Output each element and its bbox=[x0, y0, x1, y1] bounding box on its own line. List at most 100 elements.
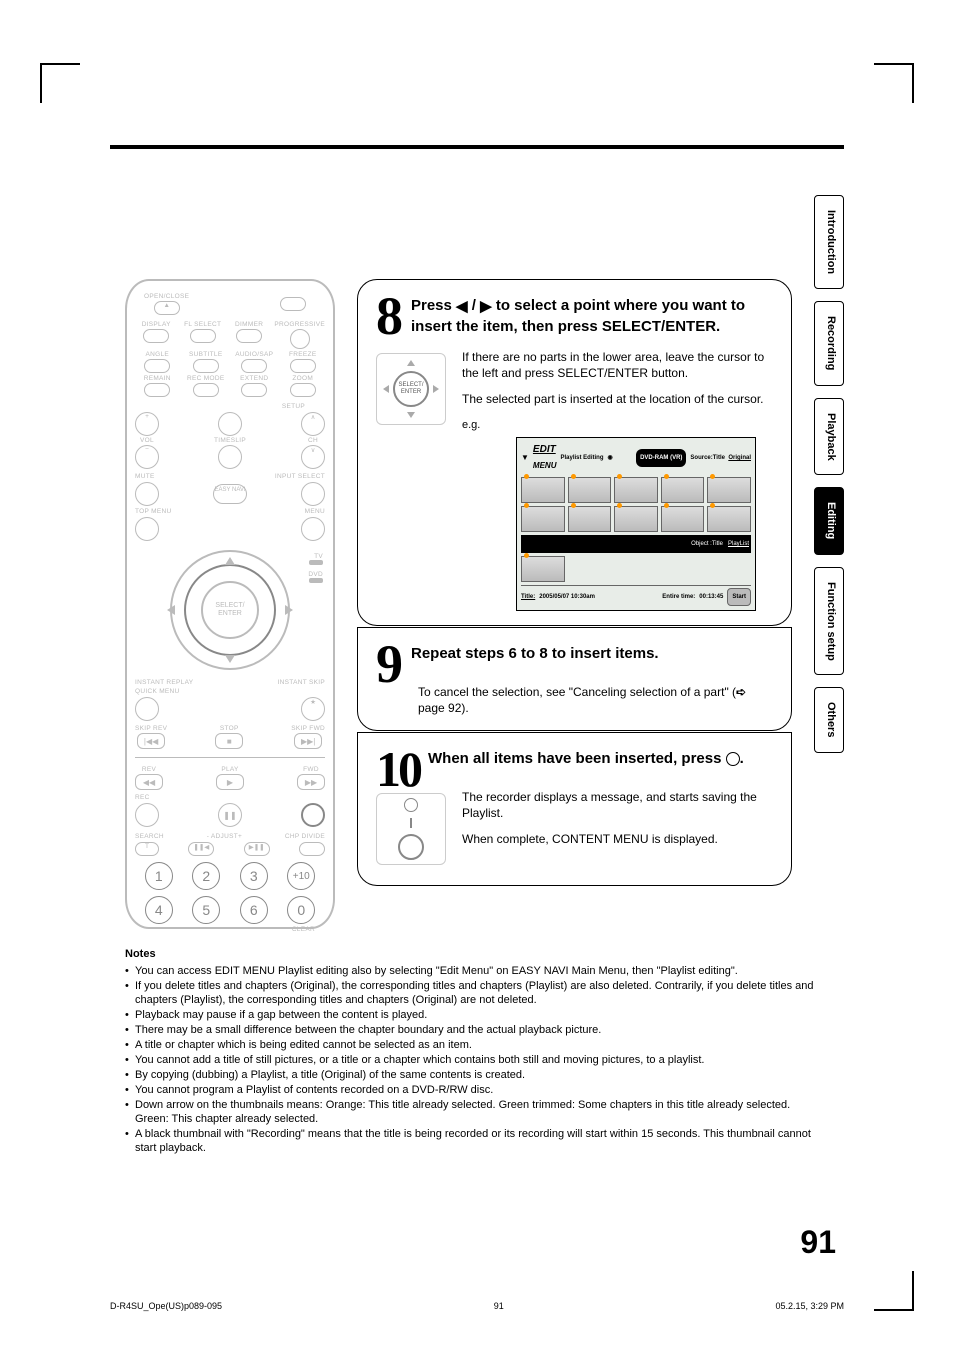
tab-function-setup[interactable]: Function setup bbox=[814, 567, 844, 676]
angle-button bbox=[144, 359, 170, 373]
remote-label: REC bbox=[135, 794, 325, 801]
up-arrow-icon bbox=[407, 360, 415, 366]
tab-editing[interactable]: Editing bbox=[814, 487, 844, 554]
note-item: You cannot add a title of still pictures… bbox=[125, 1053, 825, 1067]
footer-center: 91 bbox=[222, 1301, 775, 1311]
setup-button bbox=[218, 412, 242, 436]
remote-label: FWD bbox=[303, 766, 319, 773]
enter-button-icon: SELECT/ ENTER bbox=[393, 371, 429, 407]
freeze-button bbox=[290, 359, 316, 373]
object-title-bar: Object :Title PlayList bbox=[521, 535, 751, 553]
thumbnail bbox=[521, 556, 565, 582]
timeslip-button bbox=[218, 445, 242, 469]
tab-others[interactable]: Others bbox=[814, 687, 844, 752]
menu-button bbox=[301, 517, 325, 541]
tab-playback[interactable]: Playback bbox=[814, 398, 844, 476]
remote-label: AUDIO/SAP bbox=[235, 351, 273, 358]
remote-label: SUBTITLE bbox=[189, 351, 222, 358]
edit-menu-screenshot: ▼ EDITMENU Playlist Editing ◉ DVD-RAM (V… bbox=[516, 437, 756, 611]
note-item: A title or chapter which is being edited… bbox=[125, 1038, 825, 1052]
step-10-paragraph: When complete, CONTENT MENU is displayed… bbox=[462, 831, 773, 847]
dimmer-button bbox=[236, 329, 262, 343]
num-6-button: 6 bbox=[240, 896, 268, 924]
thumbnail bbox=[568, 506, 612, 532]
adjust-minus-button: ❚❚◀ bbox=[188, 842, 214, 856]
tab-recording[interactable]: Recording bbox=[814, 301, 844, 385]
dvd-label: DVD bbox=[308, 571, 323, 578]
select-enter-button: SELECT/ ENTER bbox=[201, 581, 259, 639]
arrow-right-icon: ➪ bbox=[736, 684, 746, 700]
select-enter-icon: SELECT/ ENTER bbox=[376, 353, 446, 425]
remote-label: SKIP REV bbox=[135, 725, 167, 732]
down-arrow-icon bbox=[407, 412, 415, 418]
notes-section: Notes You can access EDIT MENU Playlist … bbox=[125, 929, 825, 1155]
remote-label: REMAIN bbox=[144, 375, 171, 382]
start-button: Start bbox=[727, 588, 751, 606]
remote-label: CHP DIVIDE bbox=[285, 833, 325, 840]
remote-label: DIMMER bbox=[235, 321, 263, 328]
eg-label: e.g. bbox=[462, 417, 773, 433]
left-arrow-icon bbox=[383, 385, 389, 393]
tab-introduction[interactable]: Introduction bbox=[814, 195, 844, 289]
vol-up-button: + bbox=[135, 412, 159, 436]
stop-button: ■ bbox=[215, 733, 243, 749]
step-10-box: 10 When all items have been inserted, pr… bbox=[357, 732, 792, 886]
note-item: If you delete titles and chapters (Origi… bbox=[125, 979, 825, 1007]
step-8-box: 8 Press ◀ / ▶ to select a point where yo… bbox=[357, 279, 792, 626]
vol-down-button: − bbox=[135, 445, 159, 469]
thumbnail bbox=[568, 477, 612, 503]
empty-slot bbox=[568, 556, 612, 582]
remote-label: ANGLE bbox=[145, 351, 169, 358]
search-button: T bbox=[135, 842, 159, 856]
remote-label: PLAY bbox=[221, 766, 238, 773]
input-select-button bbox=[301, 482, 325, 506]
step-10-number: 10 bbox=[376, 749, 420, 789]
step-8-paragraph: The selected part is inserted at the loc… bbox=[462, 391, 773, 407]
num-3-button: 3 bbox=[240, 862, 268, 890]
directional-pad: TV DVD SELECT/ ENTER bbox=[155, 545, 305, 675]
right-triangle-icon: ▶ bbox=[480, 297, 492, 317]
page-number: 91 bbox=[800, 1224, 836, 1261]
quick-menu-button bbox=[135, 697, 159, 721]
star-button: ★ bbox=[301, 697, 325, 721]
remote-label: - ADJUST+ bbox=[207, 833, 242, 840]
step-8-number: 8 bbox=[376, 296, 403, 336]
step-8-title: Press ◀ / ▶ to select a point where you … bbox=[411, 296, 773, 337]
thumbnail bbox=[614, 506, 658, 532]
right-arrow-icon bbox=[433, 385, 439, 393]
remote-label: SETUP bbox=[135, 403, 305, 410]
remote-label: TIMESLIP bbox=[214, 437, 246, 444]
step-9-title: Repeat steps 6 to 8 to insert items. bbox=[411, 644, 773, 664]
left-triangle-icon: ◀ bbox=[456, 297, 468, 317]
source-title-label: Source:Title Original bbox=[690, 450, 751, 466]
tv-label: TV bbox=[314, 553, 323, 560]
remote-label: CH bbox=[308, 437, 318, 444]
o-large-icon bbox=[398, 834, 424, 860]
footer-right: 05.2.15, 3:29 PM bbox=[775, 1301, 844, 1311]
o-button-press-icon bbox=[376, 793, 446, 865]
rev-button: ◀◀ bbox=[135, 774, 163, 790]
display-button bbox=[143, 329, 169, 343]
step-8-title-text: / bbox=[468, 297, 481, 314]
remote-label: MUTE bbox=[135, 473, 155, 480]
adjust-plus-button: ▶❚❚ bbox=[244, 842, 270, 856]
thumbnail bbox=[521, 477, 565, 503]
footer-left: D-R4SU_Ope(US)p089-095 bbox=[110, 1301, 222, 1311]
remote-label: DISPLAY bbox=[142, 321, 171, 328]
remote-label: CLEAR bbox=[135, 926, 315, 933]
step-9-number: 9 bbox=[376, 644, 403, 684]
notes-heading: Notes bbox=[125, 947, 825, 961]
dvd-ram-badge: DVD-RAM (VR) bbox=[636, 449, 686, 467]
o-button-icon bbox=[726, 752, 740, 766]
chp-divide-button bbox=[299, 842, 325, 856]
step-9-box: 9 Repeat steps 6 to 8 to insert items. T… bbox=[357, 627, 792, 731]
press-line-icon bbox=[410, 818, 412, 828]
o-button bbox=[301, 803, 325, 827]
remote-label: EXTEND bbox=[240, 375, 268, 382]
flselect-button bbox=[190, 329, 216, 343]
step-8-title-text: Press bbox=[411, 297, 456, 314]
skip-rev-button: |◀◀ bbox=[137, 733, 165, 749]
fwd-button: ▶▶ bbox=[297, 774, 325, 790]
step-8-paragraph: If there are no parts in the lower area,… bbox=[462, 349, 773, 381]
remote-label: ZOOM bbox=[292, 375, 313, 382]
